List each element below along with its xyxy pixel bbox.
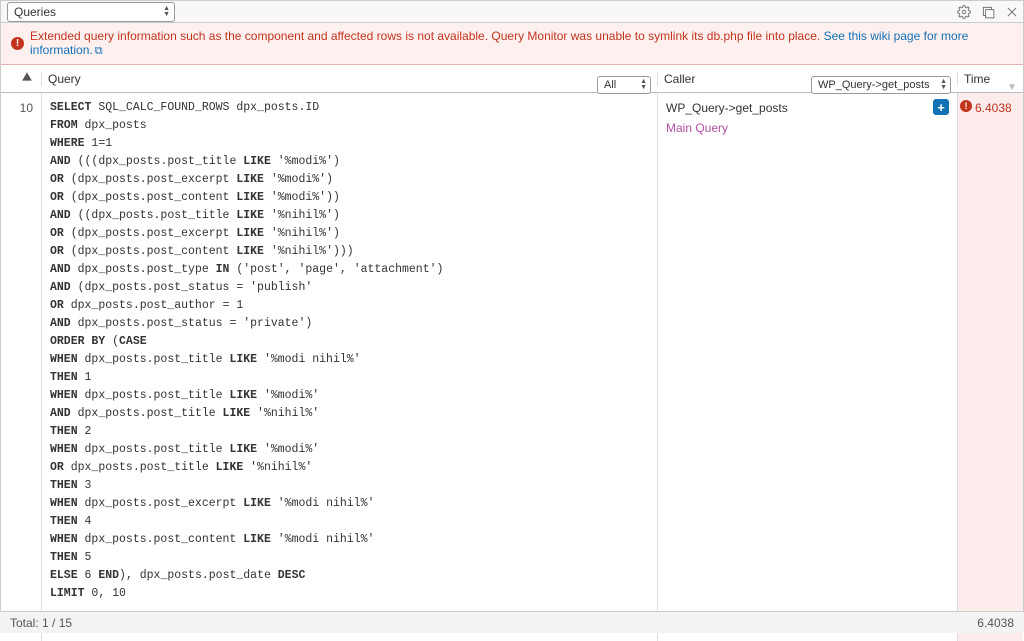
updown-icon: ▲▼ <box>163 3 170 21</box>
query-filter-label: All <box>604 79 616 91</box>
gear-icon[interactable] <box>957 5 971 19</box>
panel-actions <box>957 5 1019 19</box>
col-time[interactable]: Time ▼ <box>957 72 1023 86</box>
panel-footer: Total: 1 / 15 6.4038 <box>0 611 1024 633</box>
footer-total: Total: 1 / 15 <box>10 616 72 630</box>
warning-notice: ! Extended query information such as the… <box>1 23 1023 65</box>
query-cell: SELECT SQL_CALC_FOUND_ROWS dpx_posts.IDF… <box>41 93 657 641</box>
warning-icon: ! <box>11 37 24 50</box>
external-link-icon: ⧉ <box>95 45 103 57</box>
col-query-label: Query <box>48 72 81 86</box>
caller-function: WP_Query->get_posts <box>666 99 949 117</box>
col-time-label: Time <box>964 72 990 86</box>
updown-icon: ▲▼ <box>940 79 947 91</box>
table-header: Query All ▲▼ Caller WP_Query->get_posts … <box>1 65 1023 93</box>
expand-caller-button[interactable]: + <box>933 99 949 115</box>
caller-filter-label: WP_Query->get_posts <box>818 79 930 91</box>
col-query: Query All ▲▼ <box>41 72 657 86</box>
caller-cell: WP_Query->get_posts Main Query + <box>657 93 957 641</box>
col-caller: Caller WP_Query->get_posts ▲▼ <box>657 72 957 86</box>
caller-filter-select[interactable]: WP_Query->get_posts ▲▼ <box>811 76 951 94</box>
footer-time: 6.4038 <box>977 616 1014 630</box>
caller-type: Main Query <box>666 119 949 137</box>
slow-warning-icon: ! <box>960 100 972 112</box>
query-filter-select[interactable]: All ▲▼ <box>597 76 651 94</box>
panel-top-bar: Queries ▲▼ <box>1 1 1023 23</box>
updown-icon: ▲▼ <box>640 79 647 91</box>
col-caller-label: Caller <box>664 72 695 86</box>
time-cell: ! 6.4038 <box>957 93 1023 641</box>
close-icon[interactable] <box>1005 5 1019 19</box>
time-value: 6.4038 <box>975 99 1012 117</box>
row-number: 10 <box>1 93 41 641</box>
warning-text: Extended query information such as the c… <box>30 29 820 43</box>
popout-icon[interactable] <box>981 5 995 19</box>
table-row: 10 SELECT SQL_CALC_FOUND_ROWS dpx_posts.… <box>1 93 1023 641</box>
sort-desc-icon: ▼ <box>1007 82 1017 93</box>
panel-select-label: Queries <box>14 5 56 19</box>
panel-select[interactable]: Queries ▲▼ <box>7 2 175 22</box>
col-sort-num[interactable] <box>1 71 41 86</box>
